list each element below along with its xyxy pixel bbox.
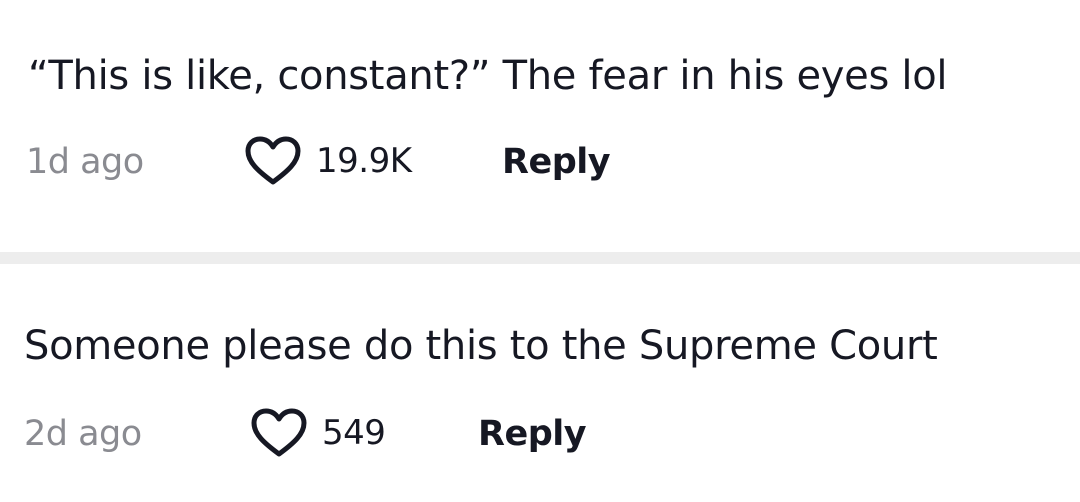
heart-outline-icon[interactable] bbox=[250, 407, 308, 459]
reply-button[interactable]: Reply bbox=[502, 140, 611, 184]
like-count: 19.9K bbox=[316, 141, 412, 181]
comment-text: “This is like, constant?” The fear in hi… bbox=[28, 53, 948, 99]
heart-outline-icon[interactable] bbox=[244, 135, 302, 187]
like-button[interactable]: 19.9K bbox=[244, 136, 412, 186]
comment-item: “This is like, constant?” The fear in hi… bbox=[0, 0, 1080, 252]
comment-timestamp: 2d ago bbox=[24, 414, 142, 454]
like-button[interactable]: 549 bbox=[250, 407, 386, 459]
comment-timestamp: 1d ago bbox=[26, 142, 144, 182]
comment-item: Someone please do this to the Supreme Co… bbox=[0, 264, 1080, 502]
reply-button[interactable]: Reply bbox=[478, 412, 587, 456]
comment-meta: 2d ago 549 Reply bbox=[0, 408, 1080, 458]
comment-meta: 1d ago 19.9K Reply bbox=[0, 136, 1080, 186]
like-count: 549 bbox=[322, 413, 386, 453]
comment-text: Someone please do this to the Supreme Co… bbox=[24, 323, 938, 369]
comment-divider bbox=[0, 252, 1080, 264]
